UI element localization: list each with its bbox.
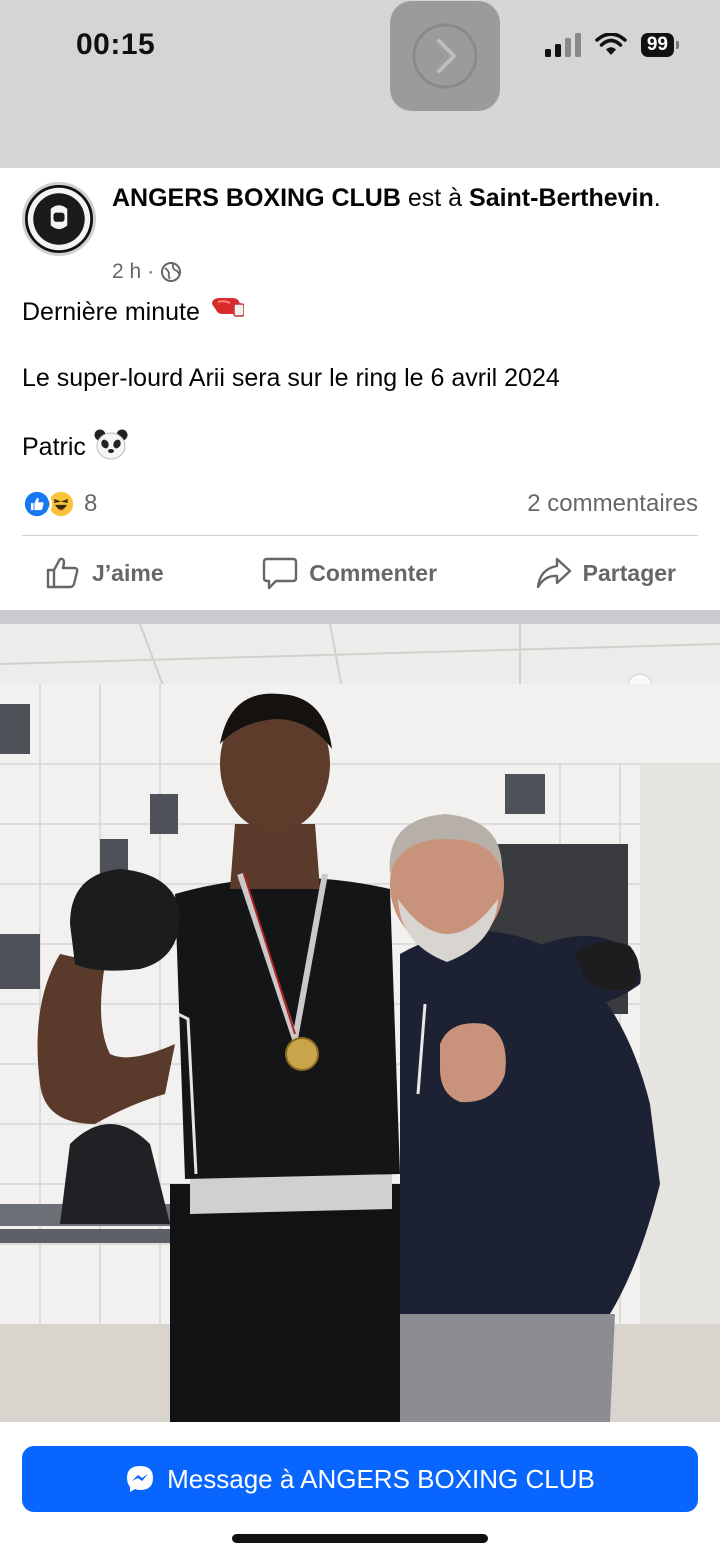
message-button-label: Message à ANGERS BOXING CLUB (167, 1463, 595, 1494)
club-logo-icon (27, 187, 91, 251)
share-icon (536, 557, 571, 589)
reaction-summary[interactable]: 8 (22, 489, 97, 519)
location-suffix: . (653, 184, 661, 212)
comments-count-link[interactable]: 2 commentaires (527, 490, 698, 518)
like-button-label: J’aime (92, 559, 164, 586)
post-meta: 2 h · (112, 260, 182, 284)
post-photo[interactable] (0, 624, 720, 1422)
divider (22, 535, 698, 536)
status-bar: 00:15 99 (0, 0, 720, 168)
message-bar: Message à ANGERS BOXING CLUB (0, 1422, 720, 1558)
location-link[interactable]: Saint-Berthevin (469, 184, 654, 212)
chevron-right-icon (412, 23, 478, 89)
messenger-icon (127, 1466, 154, 1492)
meta-separator: · (147, 260, 155, 283)
reaction-icons (22, 489, 76, 519)
message-page-button[interactable]: Message à ANGERS BOXING CLUB (22, 1446, 698, 1512)
status-icons: 99 (544, 33, 680, 57)
comment-button-label: Commenter (309, 559, 438, 586)
wifi-icon (595, 33, 627, 55)
post-text-line1-content: Dernière minute (22, 298, 200, 327)
share-button-label: Partager (582, 559, 676, 586)
reaction-count: 8 (84, 490, 98, 517)
photo-illustration (0, 624, 720, 1422)
post-headline: ANGERS BOXING CLUB est à Saint-Berthevin… (112, 182, 702, 214)
avatar[interactable] (22, 182, 96, 256)
post-text-line3-content: Patric (22, 433, 86, 462)
boxing-glove-emoji (208, 296, 245, 331)
post-actions: J’aime Commenter Partager (22, 548, 698, 598)
cellular-signal-icon (544, 33, 581, 57)
connector-text: est à (407, 184, 463, 212)
post-age[interactable]: 2 h (112, 260, 141, 284)
like-reaction-icon (22, 489, 52, 519)
comment-icon (263, 557, 298, 590)
thumbs-up-icon (46, 557, 79, 589)
section-separator (0, 610, 720, 624)
panda-emoji (94, 428, 128, 469)
status-time: 00:15 (76, 28, 156, 61)
globe-icon (161, 262, 182, 282)
like-button[interactable]: J’aime (22, 554, 186, 592)
page-name-link[interactable]: ANGERS BOXING CLUB (112, 184, 401, 212)
reactions-bar: 8 2 commentaires (22, 486, 698, 522)
post-text-line2: Le super-lourd Arii sera sur le ring le … (22, 364, 560, 392)
home-indicator[interactable] (232, 1534, 488, 1543)
battery-indicator: 99 (640, 33, 680, 57)
forward-button[interactable] (390, 1, 500, 111)
post-text-line1: Dernière minute (22, 296, 245, 331)
comment-button[interactable]: Commenter (239, 554, 459, 592)
post-text-line3: Patric (22, 428, 128, 469)
share-button[interactable]: Partager (513, 554, 698, 592)
